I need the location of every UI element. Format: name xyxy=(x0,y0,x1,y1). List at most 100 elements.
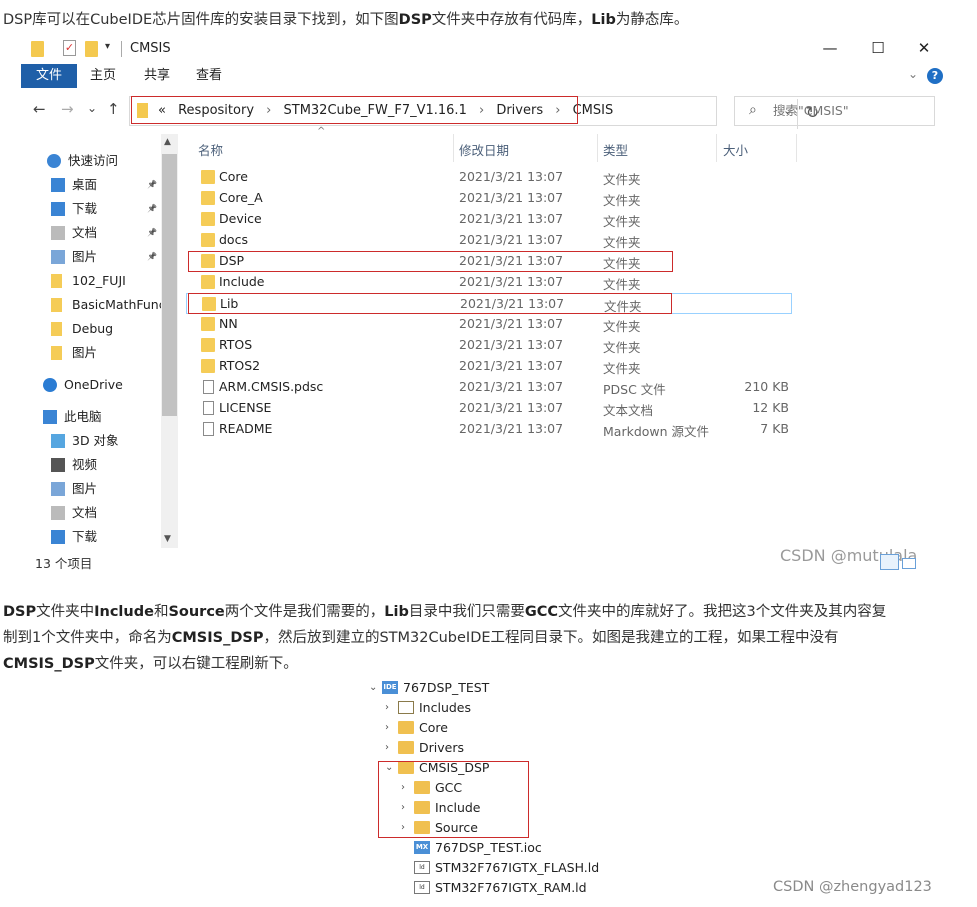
file-date: 2021/3/21 13:07 xyxy=(459,379,564,394)
file-row[interactable]: RTOS2 2021/3/21 13:07 文件夹 xyxy=(186,356,792,377)
file-type: Markdown 源文件 xyxy=(603,424,710,439)
sidebar-item[interactable]: 此电脑 xyxy=(21,406,161,428)
file-name: docs xyxy=(219,232,248,247)
text: 文件夹，可以右键工程刷新下。 xyxy=(94,656,298,672)
sidebar-item[interactable]: 图片 📌 xyxy=(21,246,161,268)
file-name: RTOS xyxy=(219,337,253,352)
pin-icon[interactable]: 📌 xyxy=(147,174,157,196)
breadcrumb-cmsis[interactable]: CMSIS xyxy=(573,103,614,118)
file-date: 2021/3/21 13:07 xyxy=(459,274,564,289)
sidebar-item[interactable]: 下载 📌 xyxy=(21,198,161,220)
file-name: RTOS2 xyxy=(219,358,261,373)
sidebar-item[interactable]: 视频 xyxy=(21,454,161,476)
sidebar-item-label: 视频 xyxy=(72,457,98,472)
tab-view[interactable]: 查看 xyxy=(189,64,229,88)
chevron-right-icon[interactable]: › xyxy=(385,738,389,758)
ld-file-icon: ld xyxy=(414,861,430,874)
scroll-up-icon[interactable]: ▲ xyxy=(164,137,171,147)
file-type: 文件夹 xyxy=(603,214,641,229)
sidebar-item[interactable]: 下载 xyxy=(21,526,161,548)
column-header-size[interactable]: 大小 xyxy=(723,140,748,159)
tree-node[interactable]: ld STM32F767IGTX_FLASH.ld xyxy=(366,858,606,878)
ribbon: 文件 主页 共享 查看 ⌄ ? xyxy=(21,64,948,88)
sidebar-item[interactable]: 快速访问 xyxy=(21,150,161,172)
column-divider[interactable] xyxy=(453,134,454,162)
sidebar-item[interactable]: 文档 xyxy=(21,502,161,524)
file-row[interactable]: Core_A 2021/3/21 13:07 文件夹 xyxy=(186,188,792,209)
picture-icon xyxy=(51,482,65,496)
properties-icon[interactable]: ✓ xyxy=(63,40,76,56)
scrollbar-thumb[interactable] xyxy=(162,154,177,416)
status-item-count: 13 个项目 xyxy=(35,556,93,571)
file-date: 2021/3/21 13:07 xyxy=(459,358,564,373)
chevron-right-icon[interactable]: › xyxy=(385,698,389,718)
tree-node[interactable]: › Drivers xyxy=(366,738,606,758)
file-row[interactable]: NN 2021/3/21 13:07 文件夹 xyxy=(186,314,792,335)
sidebar-item[interactable]: 桌面 📌 xyxy=(21,174,161,196)
file-row[interactable]: RTOS 2021/3/21 13:07 文件夹 xyxy=(186,335,792,356)
tree-node[interactable]: › Core xyxy=(366,718,606,738)
expand-ribbon-icon[interactable]: ⌄ xyxy=(908,67,918,81)
recent-locations-button[interactable]: ⌄ xyxy=(87,101,97,115)
sidebar-item[interactable]: Debug xyxy=(21,318,161,340)
sidebar-item-label: 文档 xyxy=(72,505,98,520)
file-list: ^ 名称 修改日期 类型 大小 Core 2021/3/21 13:07 文件夹 Co… xyxy=(186,126,948,546)
sidebar-item[interactable]: BasicMathFunc xyxy=(21,294,166,316)
search-input[interactable] xyxy=(773,103,923,118)
file-type: 文件夹 xyxy=(603,319,641,334)
scroll-down-icon[interactable]: ▼ xyxy=(164,534,171,544)
tree-node[interactable]: MX 767DSP_TEST.ioc xyxy=(366,838,606,858)
file-row[interactable]: Include 2021/3/21 13:07 文件夹 xyxy=(186,272,792,293)
column-divider[interactable] xyxy=(716,134,717,162)
pin-icon[interactable]: 📌 xyxy=(147,246,157,268)
help-icon[interactable]: ? xyxy=(927,68,943,84)
maximize-button[interactable]: ☐ xyxy=(863,37,893,59)
sidebar-scrollbar[interactable]: ▲ ▼ xyxy=(161,134,178,548)
column-header-type[interactable]: 类型 xyxy=(603,140,628,159)
pin-icon[interactable]: 📌 xyxy=(147,222,157,244)
sidebar-item[interactable]: 102_FUJI xyxy=(21,270,161,292)
pin-icon[interactable]: 📌 xyxy=(147,198,157,220)
tree-node[interactable]: ⌄ IDE 767DSP_TEST xyxy=(366,678,606,698)
sidebar-item[interactable]: 3D 对象 xyxy=(21,430,161,452)
sidebar-item-label: BasicMathFunc xyxy=(72,297,166,312)
close-button[interactable]: ✕ xyxy=(909,37,939,59)
quick-access-dropdown-icon[interactable]: ▾ xyxy=(105,41,110,52)
chevron-right-icon[interactable]: › xyxy=(385,718,389,738)
sidebar-item[interactable]: 文档 📌 xyxy=(21,222,161,244)
text: 目录中我们只需要 xyxy=(408,604,525,620)
sidebar-item[interactable]: 图片 xyxy=(21,478,161,500)
file-row[interactable]: ARM.CMSIS.pdsc 2021/3/21 13:07 PDSC 文件 210 … xyxy=(186,377,792,398)
file-name: LICENSE xyxy=(219,400,272,415)
tree-node[interactable]: › Includes xyxy=(366,698,606,718)
file-row[interactable]: Device 2021/3/21 13:07 文件夹 xyxy=(186,209,792,230)
column-header-name[interactable]: 名称 xyxy=(198,140,223,159)
file-date: 2021/3/21 13:07 xyxy=(459,232,564,247)
file-row[interactable]: Core 2021/3/21 13:07 文件夹 xyxy=(186,167,792,188)
forward-button[interactable]: → xyxy=(61,100,74,118)
sidebar-item[interactable]: OneDrive xyxy=(21,374,161,396)
mx-file-icon: MX xyxy=(414,841,430,854)
new-folder-icon[interactable] xyxy=(85,41,98,57)
tab-home[interactable]: 主页 xyxy=(83,64,123,88)
column-divider[interactable] xyxy=(597,134,598,162)
tab-file[interactable]: 文件 xyxy=(21,64,77,88)
up-button[interactable]: ↑ xyxy=(107,100,120,118)
file-row[interactable]: LICENSE 2021/3/21 13:07 文本文档 12 KB xyxy=(186,398,792,419)
search-box[interactable]: ⌕ xyxy=(734,96,935,126)
column-header-date[interactable]: 修改日期 xyxy=(459,140,509,159)
tree-node[interactable]: ld STM32F767IGTX_RAM.ld xyxy=(366,878,606,898)
file-date: 2021/3/21 13:07 xyxy=(459,169,564,184)
search-icon: ⌕ xyxy=(749,102,757,118)
text-bold: Source xyxy=(168,604,225,620)
file-row[interactable]: README 2021/3/21 13:07 Markdown 源文件 7 KB xyxy=(186,419,792,440)
chevron-down-icon[interactable]: ⌄ xyxy=(369,678,377,698)
tab-share[interactable]: 共享 xyxy=(137,64,177,88)
file-name: Core xyxy=(219,169,248,184)
intro-paragraph: DSP库可以在CubeIDE芯片固件库的安装目录下找到，如下图DSP文件夹中存放… xyxy=(3,7,688,33)
sidebar-item[interactable]: 图片 xyxy=(21,342,161,364)
column-divider[interactable] xyxy=(796,134,797,162)
back-button[interactable]: ← xyxy=(33,100,46,118)
minimize-button[interactable]: — xyxy=(815,37,845,59)
file-row[interactable]: docs 2021/3/21 13:07 文件夹 xyxy=(186,230,792,251)
